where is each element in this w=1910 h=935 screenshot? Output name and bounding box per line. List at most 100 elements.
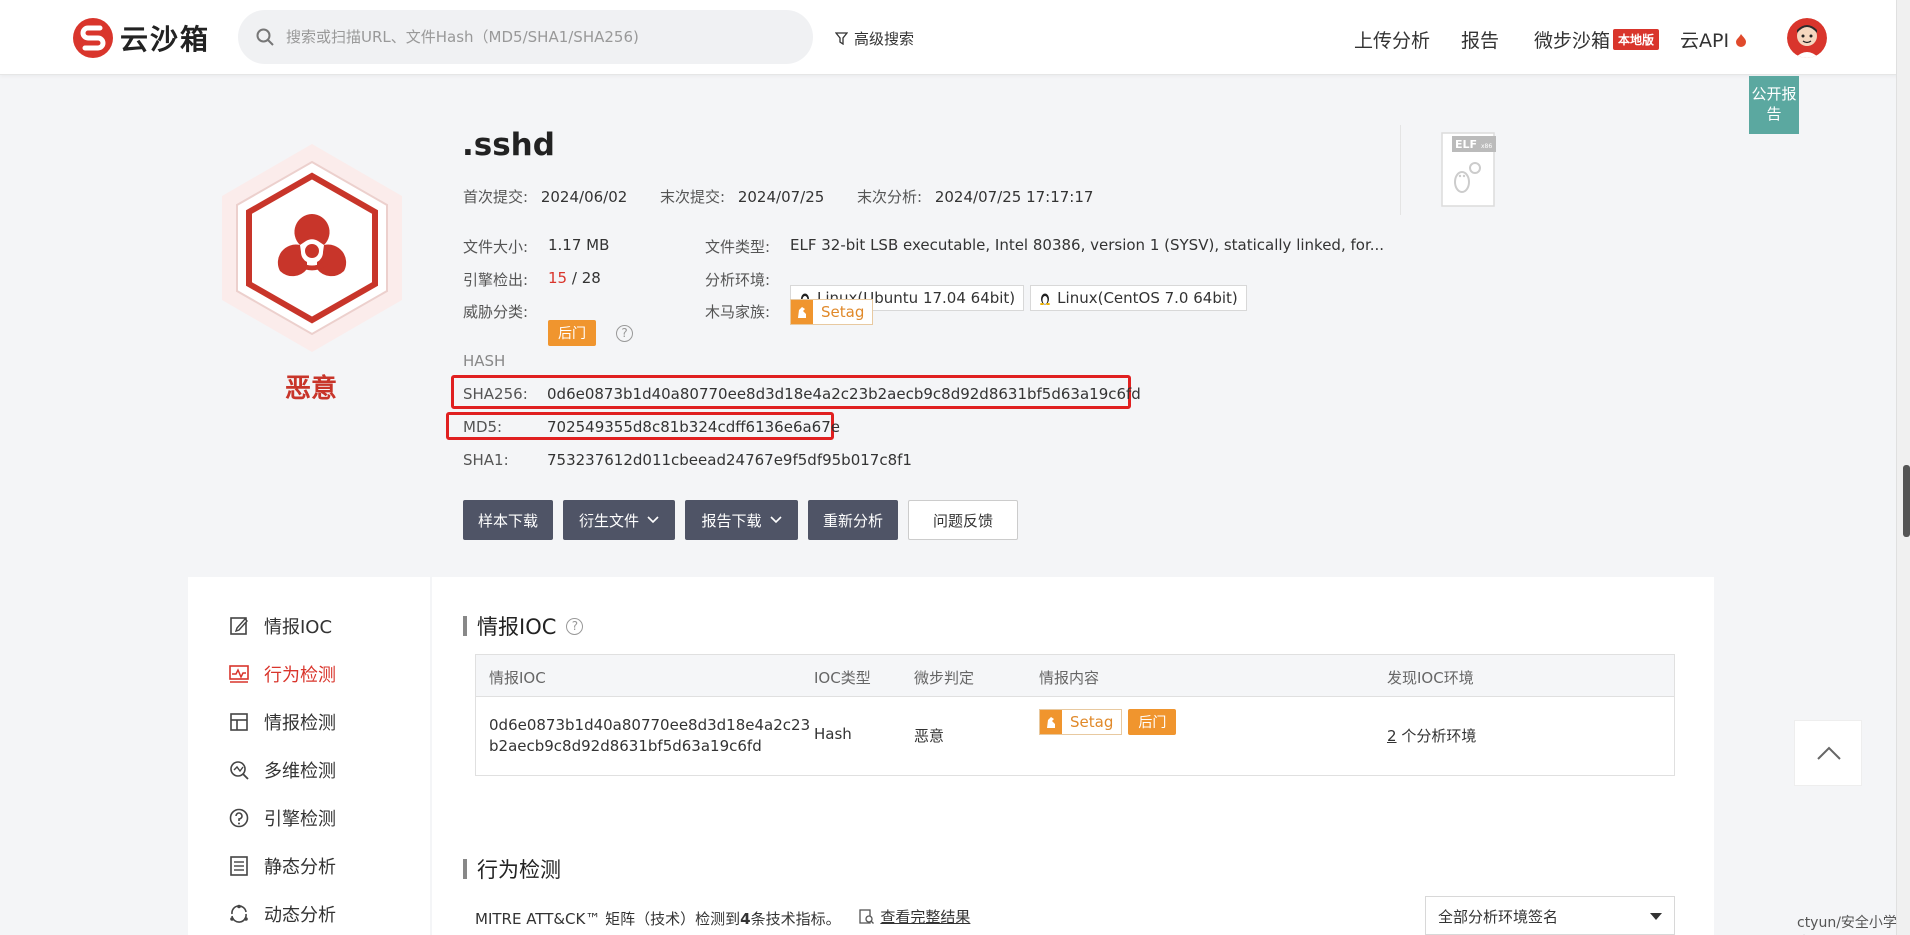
env-chip-centos[interactable]: Linux(CentOS 7.0 64bit) [1030, 285, 1247, 311]
ioc-hash-line1: 0d6e0873b1d40a80770ee8d3d18e4a2c23 [489, 716, 811, 734]
sidebar-item-label: 情报IOC [264, 617, 333, 638]
filter-icon [835, 32, 848, 45]
sha1-label: SHA1: [463, 451, 509, 469]
list-doc-icon [230, 856, 248, 876]
search-icon [256, 28, 274, 46]
scrollbar-thumb[interactable] [1903, 465, 1910, 537]
ioc-env-cell: 2 个分析环境 [1387, 725, 1476, 746]
nav-cloud-api[interactable]: 云API [1680, 26, 1747, 53]
user-avatar[interactable] [1787, 18, 1827, 58]
trojan-icon [1040, 710, 1062, 734]
ioc-verdict-cell: 恶意 [914, 727, 945, 745]
sample-name: .sshd [462, 127, 555, 163]
reanalyze-label: 重新分析 [822, 511, 883, 530]
threat-tag-backdoor[interactable]: 后门 [548, 320, 596, 346]
download-sample-button[interactable]: 样本下载 [463, 500, 553, 540]
mitre-prefix: MITRE ATT&CK™ 矩阵（技术）检测到 [475, 910, 741, 928]
search-input[interactable] [286, 28, 786, 46]
ioc-hash-cell[interactable]: 0d6e0873b1d40a80770ee8d3d18e4a2c23 b2aec… [489, 715, 810, 757]
verdict-hexagon [212, 140, 412, 360]
chevron-down-icon [769, 516, 782, 524]
hash-md5: MD5: 702549355d8c81b324cdff6136e6a67e [463, 418, 840, 436]
nav-weibu-sandbox-label: 微步沙箱 [1534, 30, 1611, 52]
last-submit-value: 2024/07/25 [737, 188, 825, 206]
logo[interactable]: 云沙箱 [72, 17, 210, 59]
engine-label: 引擎检出: [463, 271, 529, 289]
malware-family: 木马家族: Setag [705, 299, 874, 325]
family-chip-label: Setag [821, 303, 865, 321]
mitre-count: 4 [740, 910, 751, 928]
engine-detection: 引擎检出: 15 / 28 [463, 269, 601, 290]
last-analysis-label: 末次分析: [857, 188, 923, 206]
env-count-text: 个分析环境 [1401, 727, 1477, 745]
feedback-button[interactable]: 问题反馈 [908, 500, 1018, 540]
last-analysis: 末次分析: 2024/07/25 17:17:17 [857, 186, 1093, 207]
mitre-suffix: 条技术指标。 [750, 910, 841, 928]
sidebar-item-label: 引擎检测 [264, 809, 336, 830]
last-submit: 末次提交: 2024/07/25 [660, 186, 824, 207]
elf-label: ELF [1455, 138, 1477, 151]
hash-header: HASH [463, 352, 506, 370]
public-report-badge[interactable]: 公开报告 [1749, 76, 1799, 134]
env-count-link[interactable]: 2 [1387, 727, 1397, 745]
file-size-label: 文件大小: [463, 238, 529, 256]
family-chip-setag[interactable]: Setag [1039, 709, 1123, 735]
layout-icon [230, 713, 248, 731]
pulse-chart-icon [229, 665, 249, 683]
sidebar-item-label: 动态分析 [264, 905, 336, 926]
sidebar-item-intel-detect[interactable]: 情报检测 [228, 709, 336, 735]
family-label: 木马家族: [705, 303, 771, 321]
download-report-button[interactable]: 报告下载 [685, 500, 798, 540]
derived-files-button[interactable]: 衍生文件 [563, 500, 675, 540]
sha1-value[interactable]: 753237612d011cbeead24767e9f5df95b017c8f1 [547, 451, 912, 469]
avatar-icon [1787, 18, 1827, 58]
md5-label: MD5: [463, 418, 503, 436]
file-type: 文件类型: ELF 32-bit LSB executable, Intel 8… [705, 236, 1384, 257]
md5-value[interactable]: 702549355d8c81b324cdff6136e6a67e [547, 418, 840, 436]
sidebar-item-behavior[interactable]: 行为检测 [228, 661, 336, 687]
ioc-table-header: 情报IOC IOC类型 微步判定 情报内容 发现IOC环境 [476, 655, 1674, 697]
sidebar-item-multi-detect[interactable]: 多维检测 [228, 757, 336, 783]
sidebar-item-static[interactable]: 静态分析 [228, 853, 336, 879]
help-icon[interactable]: ? [566, 617, 584, 635]
section-bar [463, 859, 467, 879]
search-bar[interactable] [238, 10, 813, 64]
sha256-value[interactable]: 0d6e0873b1d40a80770ee8d3d18e4a2c23b2aecb… [547, 385, 1141, 403]
file-type-value: ELF 32-bit LSB executable, Intel 80386, … [790, 236, 1385, 254]
doc-search-icon [859, 909, 875, 924]
ioc-section-title: 情报IOC ? [463, 611, 584, 641]
hash-sha256: SHA256: 0d6e0873b1d40a80770ee8d3d18e4a2c2… [463, 385, 1141, 403]
back-to-top-button[interactable] [1794, 720, 1862, 786]
ioc-intel-cell: Setag 后门 [1039, 709, 1177, 735]
ioc-hash-line2: b2aecb9c8d92d8631bf5d63a19c6fd [489, 737, 762, 755]
file-type-label: 文件类型: [705, 238, 771, 256]
threat-class: 威胁分类: 后门 ? [463, 299, 633, 346]
advanced-search-link[interactable]: 高级搜索 [835, 28, 914, 49]
sidebar-item-intel-ioc[interactable]: 情报IOC [228, 613, 332, 639]
family-chip-setag[interactable]: Setag [790, 299, 874, 325]
view-full-results-link[interactable]: 查看完整结果 [859, 906, 970, 927]
nav-weibu-sandbox[interactable]: 微步沙箱 本地版 [1534, 26, 1660, 53]
hash-sha1: SHA1: 753237612d011cbeead24767e9f5df95b01… [463, 451, 912, 469]
nav-report[interactable]: 报告 [1461, 26, 1499, 53]
threat-tag-backdoor[interactable]: 后门 [1128, 709, 1177, 735]
sidebar-item-dynamic[interactable]: 动态分析 [228, 901, 336, 927]
logo-icon [73, 18, 113, 58]
fire-icon [1736, 34, 1747, 47]
help-icon[interactable]: ? [616, 324, 633, 342]
threat-label: 威胁分类: [463, 303, 529, 321]
refresh-cycle-icon [230, 904, 248, 923]
sidebar-item-label: 行为检测 [264, 665, 336, 686]
col-env: 发现IOC环境 [1387, 669, 1474, 687]
nav-upload-analysis[interactable]: 上传分析 [1354, 26, 1430, 53]
ioc-type-cell: Hash [814, 725, 852, 743]
env-signature-select[interactable]: 全部分析环境签名 [1425, 896, 1675, 935]
first-submit-value: 2024/06/02 [540, 188, 628, 206]
section-bar [463, 616, 467, 636]
sidebar-item-engine-detect[interactable]: 引擎检测 [228, 805, 336, 831]
reanalyze-button[interactable]: 重新分析 [808, 500, 898, 540]
ioc-table: 情报IOC IOC类型 微步判定 情报内容 发现IOC环境 0d6e0873b1… [475, 654, 1675, 776]
family-chip-label: Setag [1070, 713, 1114, 731]
radar-search-icon [230, 761, 249, 780]
col-intel: 情报内容 [1039, 669, 1100, 687]
